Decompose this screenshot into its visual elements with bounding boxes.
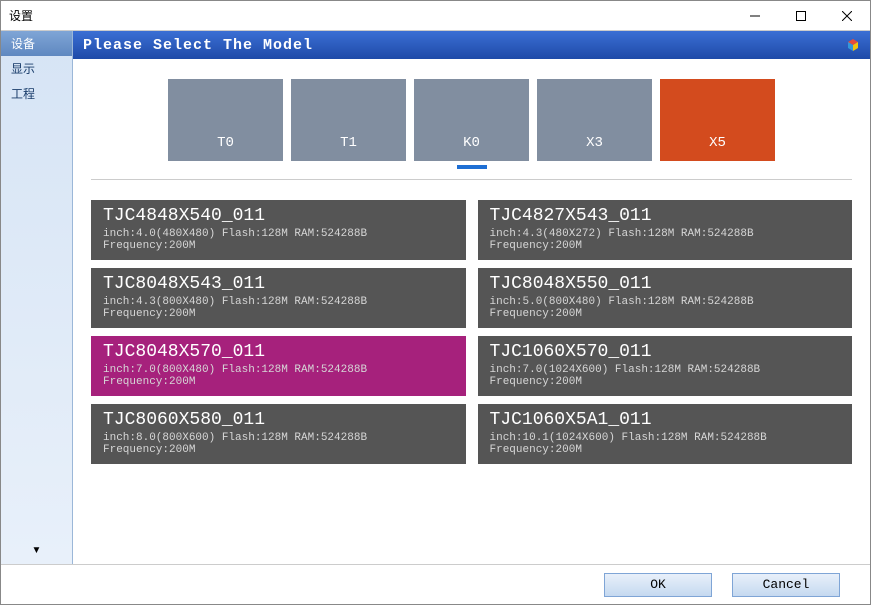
model-grid: TJC4848X540_011inch:4.0(480X480) Flash:1…: [91, 200, 852, 464]
window-title: 设置: [9, 7, 33, 24]
close-icon: [842, 11, 852, 21]
maximize-icon: [796, 11, 806, 21]
content-area: T0T1K0X3X5 TJC4848X540_011inch:4.0(480X4…: [73, 59, 870, 564]
series-tab-T1[interactable]: T1: [291, 79, 406, 161]
ok-button[interactable]: OK: [604, 573, 712, 597]
series-tab-X3[interactable]: X3: [537, 79, 652, 161]
model-card-3[interactable]: TJC8048X550_011inch:5.0(800X480) Flash:1…: [478, 268, 853, 328]
model-spec: inch:8.0(800X600) Flash:128M RAM:524288B…: [103, 432, 454, 456]
model-spec: inch:7.0(1024X600) Flash:128M RAM:524288…: [490, 364, 841, 388]
model-card-2[interactable]: TJC8048X543_011inch:4.3(800X480) Flash:1…: [91, 268, 466, 328]
model-title: TJC4827X543_011: [490, 206, 841, 226]
model-card-4[interactable]: TJC8048X570_011inch:7.0(800X480) Flash:1…: [91, 336, 466, 396]
minimize-icon: [750, 11, 760, 21]
main-panel: Please Select The Model T0T1K0X3X5 TJC48…: [73, 31, 870, 564]
sidebar-item-1[interactable]: 显示: [1, 56, 72, 81]
series-tab-K0[interactable]: K0: [414, 79, 529, 161]
model-spec: inch:7.0(800X480) Flash:128M RAM:524288B…: [103, 364, 454, 388]
model-spec: inch:5.0(800X480) Flash:128M RAM:524288B…: [490, 296, 841, 320]
model-card-0[interactable]: TJC4848X540_011inch:4.0(480X480) Flash:1…: [91, 200, 466, 260]
close-button[interactable]: [824, 1, 870, 30]
titlebar: 设置: [1, 1, 870, 31]
model-spec: inch:4.0(480X480) Flash:128M RAM:524288B…: [103, 228, 454, 252]
model-title: TJC4848X540_011: [103, 206, 454, 226]
cancel-button[interactable]: Cancel: [732, 573, 840, 597]
sidebar-item-0[interactable]: 设备: [1, 31, 72, 56]
model-title: TJC8048X543_011: [103, 274, 454, 294]
window-body: 设备显示工程 ▼ Please Select The Model T0T1K0X…: [1, 31, 870, 564]
series-tab-X5[interactable]: X5: [660, 79, 775, 161]
header-title: Please Select The Model: [83, 37, 313, 54]
sidebar: 设备显示工程 ▼: [1, 31, 73, 564]
cube-icon: [846, 38, 860, 52]
model-title: TJC1060X5A1_011: [490, 410, 841, 430]
settings-window: 设置 设备显示工程 ▼ Please Select The Model: [0, 0, 871, 605]
sidebar-item-2[interactable]: 工程: [1, 81, 72, 106]
series-tab-T0[interactable]: T0: [168, 79, 283, 161]
series-tabs: T0T1K0X3X5: [91, 79, 852, 161]
model-card-5[interactable]: TJC1060X570_011inch:7.0(1024X600) Flash:…: [478, 336, 853, 396]
divider: [91, 179, 852, 180]
model-card-6[interactable]: TJC8060X580_011inch:8.0(800X600) Flash:1…: [91, 404, 466, 464]
footer: OK Cancel: [1, 564, 870, 604]
model-spec: inch:4.3(800X480) Flash:128M RAM:524288B…: [103, 296, 454, 320]
minimize-button[interactable]: [732, 1, 778, 30]
model-title: TJC1060X570_011: [490, 342, 841, 362]
model-title: TJC8048X570_011: [103, 342, 454, 362]
model-card-7[interactable]: TJC1060X5A1_011inch:10.1(1024X600) Flash…: [478, 404, 853, 464]
model-card-1[interactable]: TJC4827X543_011inch:4.3(480X272) Flash:1…: [478, 200, 853, 260]
maximize-button[interactable]: [778, 1, 824, 30]
model-spec: inch:10.1(1024X600) Flash:128M RAM:52428…: [490, 432, 841, 456]
titlebar-controls: [732, 1, 870, 30]
header-bar: Please Select The Model: [73, 31, 870, 59]
model-spec: inch:4.3(480X272) Flash:128M RAM:524288B…: [490, 228, 841, 252]
model-title: TJC8060X580_011: [103, 410, 454, 430]
model-title: TJC8048X550_011: [490, 274, 841, 294]
sidebar-expand-arrow[interactable]: ▼: [1, 545, 72, 556]
